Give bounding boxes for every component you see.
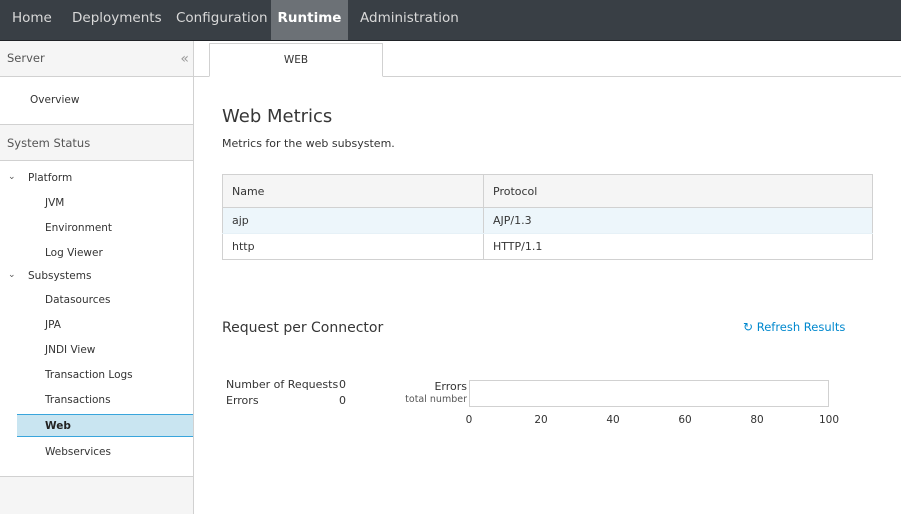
stat-label-requests: Number of Requests [226,378,339,391]
sidebar-server-title: Server [7,51,45,65]
axis-tick-label: 20 [534,414,548,426]
chevron-down-icon[interactable]: ⌄ [8,172,16,182]
stat-label-errors: Errors [226,394,259,407]
tab-web[interactable]: WEB [209,43,383,77]
connectors-table: Name Protocol ajp AJP/1.3 http HTTP/1.1 [222,174,873,260]
sidebar-group-subsystems[interactable]: Subsystems [28,270,91,282]
table-cell-name: http [222,233,484,260]
errors-bar-track [469,380,829,407]
sidebar-group-platform[interactable]: Platform [28,172,72,184]
top-navigation: Home Deployments Configuration Runtime A… [0,0,901,41]
nav-deployments[interactable]: Deployments [72,0,162,40]
sidebar-item-jvm[interactable]: JVM [45,197,64,209]
sidebar-item-transaction-logs[interactable]: Transaction Logs [45,369,133,381]
sidebar-selected-highlight [17,414,193,437]
bar-label-errors: Errors [434,380,467,393]
page-description: Metrics for the web subsystem. [222,137,395,150]
sidebar-server-header: Server « [0,41,193,77]
request-section-title: Request per Connector [222,320,384,336]
sidebar-item-jndi-view[interactable]: JNDI View [45,344,95,356]
sidebar-item-overview[interactable]: Overview [30,94,79,106]
sidebar-item-web[interactable]: Web [45,420,71,432]
sidebar: Server « Overview System Status ⌄ Platfo… [0,41,194,514]
stat-value-errors: 0 [339,394,346,407]
sidebar-item-jpa[interactable]: JPA [45,319,61,331]
sidebar-item-log-viewer[interactable]: Log Viewer [45,247,103,259]
sidebar-item-transactions[interactable]: Transactions [45,394,111,406]
nav-administration[interactable]: Administration [360,0,459,40]
sidebar-item-webservices[interactable]: Webservices [45,446,111,458]
sidebar-item-datasources[interactable]: Datasources [45,294,110,306]
sidebar-system-status-header: System Status [0,125,193,161]
refresh-results-button[interactable]: ↻ Refresh Results [743,320,845,334]
axis-tick-label: 100 [818,414,840,426]
axis-tick-label: 80 [750,414,764,426]
main-content: WEB Web Metrics Metrics for the web subs… [194,41,901,514]
tab-strip: WEB [194,41,901,77]
page-title: Web Metrics [222,106,333,127]
table-row[interactable]: ajp AJP/1.3 [222,207,873,234]
nav-configuration[interactable]: Configuration [176,0,268,40]
table-header-row: Name Protocol [222,174,873,208]
stat-value-requests: 0 [339,378,346,391]
table-row[interactable]: http HTTP/1.1 [222,233,873,260]
refresh-results-label: Refresh Results [756,320,846,334]
axis-tick-label: 0 [465,414,473,426]
axis-tick-label: 60 [678,414,692,426]
axis-tick-label: 40 [606,414,620,426]
column-header-protocol[interactable]: Protocol [483,174,873,208]
sidebar-footer [0,477,193,514]
bar-sublabel: total number [405,394,467,405]
table-cell-name: ajp [222,207,484,234]
sidebar-system-status-title: System Status [7,136,91,150]
column-header-name[interactable]: Name [222,174,484,208]
chevron-down-icon[interactable]: ⌄ [8,270,16,280]
nav-home[interactable]: Home [12,0,52,40]
nav-runtime[interactable]: Runtime [271,0,348,40]
table-cell-protocol: AJP/1.3 [483,207,873,234]
table-cell-protocol: HTTP/1.1 [493,240,543,253]
sidebar-item-environment[interactable]: Environment [45,222,112,234]
refresh-icon: ↻ [743,320,754,334]
double-chevron-left-icon[interactable]: « [180,41,189,77]
